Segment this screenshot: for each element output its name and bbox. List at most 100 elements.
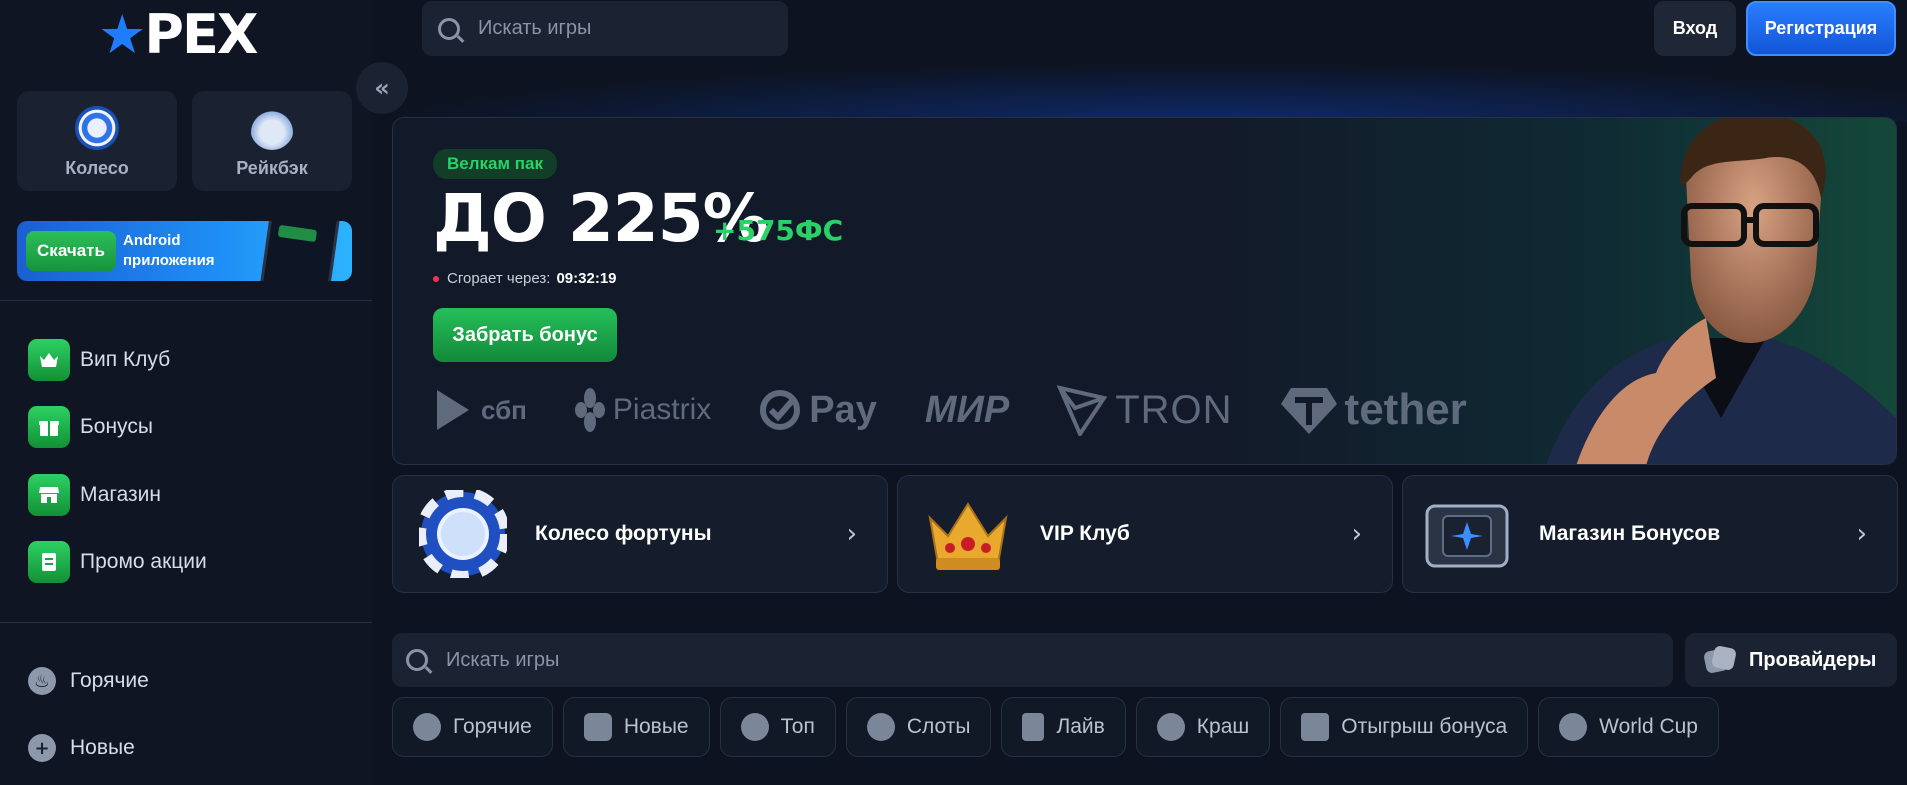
chevron-right-icon: › xyxy=(846,519,857,549)
crown-image xyxy=(928,502,1008,570)
tron-logo: TRON xyxy=(1057,384,1232,436)
sidebar-category-hot[interactable]: ♨ Горячие xyxy=(28,667,149,695)
providers-icon xyxy=(1705,647,1735,673)
sidebar-item-bonuses[interactable]: Бонусы xyxy=(28,406,153,448)
cherry-icon xyxy=(866,713,895,741)
wheel-icon xyxy=(75,106,119,150)
chevron-right-icon: › xyxy=(1856,519,1867,549)
download-button[interactable]: Скачать xyxy=(26,231,116,271)
tether-logo: tether xyxy=(1280,385,1467,435)
chip-label: Слоты xyxy=(906,715,971,738)
hero-timer: Сгорает через: 09:32:19 xyxy=(433,270,617,287)
search-icon xyxy=(406,649,428,671)
chip-label: Топ xyxy=(780,715,815,738)
download-text: Android приложения xyxy=(123,232,215,269)
timer-value: 09:32:19 xyxy=(556,270,617,287)
feature-label: Магазин Бонусов xyxy=(1539,522,1721,545)
fire-icon xyxy=(413,713,441,741)
sidebar-item-vip[interactable]: Вип Клуб xyxy=(28,339,170,381)
fire-icon: ♨ xyxy=(28,667,56,695)
feature-shop-card[interactable]: Магазин Бонусов › xyxy=(1402,475,1898,593)
sidebar-item-label: Магазин xyxy=(80,483,162,506)
apex-logo[interactable]: ★PEX xyxy=(98,8,259,62)
sidebar-category-label: Новые xyxy=(70,736,135,759)
gift-icon xyxy=(28,406,70,448)
sidebar-item-label: Бонусы xyxy=(80,415,153,438)
mir-logo: МИР xyxy=(924,388,1010,431)
trophy-icon xyxy=(1559,713,1588,741)
money-bag-icon xyxy=(250,106,294,150)
header-glow xyxy=(372,62,1907,122)
chevron-right-icon: › xyxy=(1351,519,1362,549)
sidebar-item-shop[interactable]: Магазин xyxy=(28,474,161,516)
chip-new[interactable]: Новые xyxy=(562,697,710,757)
feature-vip-card[interactable]: VIP Клуб › xyxy=(897,475,1393,593)
welcome-badge: Велкам пак xyxy=(433,149,558,179)
shop-icon xyxy=(28,474,70,516)
medal-icon xyxy=(740,713,769,741)
gift-icon xyxy=(1301,713,1330,741)
rakeback-tile[interactable]: Рейкбэк xyxy=(192,91,352,191)
sidebar-item-promo[interactable]: Промо акции xyxy=(28,541,207,583)
ticket-icon xyxy=(28,541,70,583)
collapse-sidebar-button[interactable]: « xyxy=(356,62,408,114)
chip-bonus-wager[interactable]: Отыгрыш бонуса xyxy=(1280,697,1529,757)
header-search-input[interactable] xyxy=(478,17,758,40)
game-search[interactable] xyxy=(392,633,1673,687)
chip-label: Отыгрыш бонуса xyxy=(1341,715,1508,738)
game-search-input[interactable] xyxy=(446,648,1546,672)
chip-label: Лайв xyxy=(1056,715,1105,738)
sidebar-category-new[interactable]: + Новые xyxy=(28,734,135,762)
download-app-banner[interactable]: Скачать Android приложения xyxy=(17,221,352,281)
logo-star-icon: ★ xyxy=(98,3,146,66)
chip-label: Горячие xyxy=(453,715,532,738)
chip-label: Краш xyxy=(1196,715,1250,738)
sidebar: ★PEX Колесо Рейкбэк Скачать Android прил… xyxy=(0,0,372,785)
game-category-chips: Горячие Новые Топ Слоты Лайв Краш Отыгры… xyxy=(392,697,1729,757)
sidebar-divider xyxy=(0,300,372,301)
fortune-wheel-image xyxy=(419,490,507,578)
double-chevron-left-icon: « xyxy=(374,74,390,102)
sbp-icon xyxy=(437,390,469,430)
welcome-banner[interactable]: Велкам пак ДО 225% +575ФС Сгорает через:… xyxy=(392,117,1897,465)
claim-bonus-button[interactable]: Забрать бонус xyxy=(433,308,617,362)
tron-icon xyxy=(1057,385,1108,436)
pay-logo: Pay xyxy=(759,389,877,432)
timer-dot-icon xyxy=(433,275,439,282)
search-icon xyxy=(438,17,460,40)
tether-icon xyxy=(1280,388,1337,434)
piastrix-logo: Piastrix xyxy=(574,386,711,434)
chip-label: World Cup xyxy=(1599,715,1698,738)
chip-crash[interactable]: Краш xyxy=(1135,697,1271,757)
sidebar-category-label: Горячие xyxy=(70,669,149,692)
chip-live[interactable]: Лайв xyxy=(1001,697,1126,757)
piastrix-icon xyxy=(574,388,605,432)
feature-wheel-card[interactable]: Колесо фортуны › xyxy=(392,475,888,593)
wheel-tile[interactable]: Колесо xyxy=(17,91,177,191)
plus-icon: + xyxy=(28,734,56,762)
login-button[interactable]: Вход xyxy=(1654,1,1736,56)
sidebar-divider xyxy=(0,622,372,623)
phone-image xyxy=(258,221,342,281)
card-icon xyxy=(1022,713,1045,741)
check-circle-icon xyxy=(760,390,801,430)
explosion-icon xyxy=(1156,713,1185,741)
sidebar-item-label: Вип Клуб xyxy=(80,348,171,371)
wheel-tile-label: Колесо xyxy=(65,158,129,178)
feature-label: VIP Клуб xyxy=(1040,522,1130,545)
timer-label: Сгорает через: xyxy=(447,270,551,287)
feature-label: Колесо фортуны xyxy=(535,522,712,545)
header-search[interactable] xyxy=(422,1,788,56)
register-button[interactable]: Регистрация xyxy=(1746,1,1896,56)
payment-logos: сбп Piastrix Pay МИР TRON tether xyxy=(433,380,1515,440)
sbp-logo: сбп xyxy=(433,386,527,434)
crown-icon xyxy=(28,339,70,381)
chip-slots[interactable]: Слоты xyxy=(845,697,992,757)
hero-man-image xyxy=(1546,118,1896,464)
chip-top[interactable]: Топ xyxy=(719,697,836,757)
chip-label: Новые xyxy=(623,715,689,738)
chip-hot[interactable]: Горячие xyxy=(392,697,553,757)
bonus-case-image xyxy=(1425,504,1509,568)
chip-world-cup[interactable]: World Cup xyxy=(1538,697,1719,757)
providers-button[interactable]: Провайдеры xyxy=(1685,633,1897,687)
